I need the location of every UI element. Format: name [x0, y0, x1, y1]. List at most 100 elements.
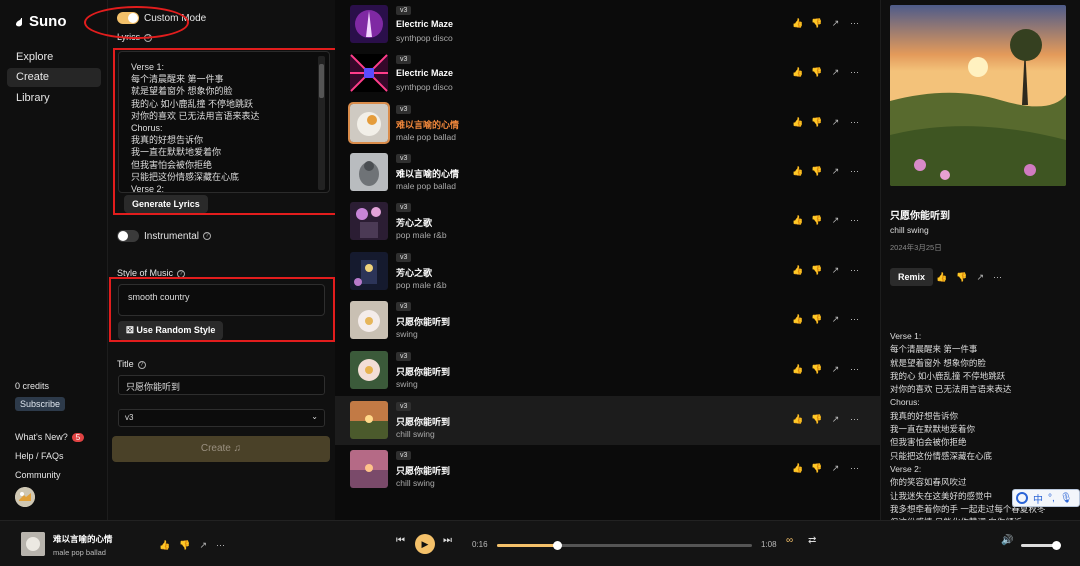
more-icon[interactable]: ⋯ — [849, 414, 860, 425]
song-title[interactable]: 只愿你能听到 — [396, 415, 450, 428]
create-button[interactable]: Create ♫ — [112, 436, 330, 462]
dislike-icon[interactable]: 👎 — [811, 265, 822, 276]
share-icon[interactable]: ↗ — [830, 18, 841, 29]
song-style[interactable]: male pop ballad — [396, 132, 456, 142]
like-icon[interactable]: 👍 — [159, 540, 170, 551]
brand-logo[interactable]: Suno — [14, 13, 67, 30]
dislike-icon[interactable]: 👎 — [811, 314, 822, 325]
dislike-icon[interactable]: 👎 — [811, 364, 822, 375]
nav-library[interactable]: Library — [7, 89, 101, 108]
player-title[interactable]: 难以言喻的心情 — [53, 533, 113, 545]
song-style[interactable]: swing — [396, 329, 418, 339]
song-cover[interactable] — [350, 351, 388, 389]
share-icon[interactable]: ↗ — [830, 117, 841, 128]
song-cover[interactable] — [350, 401, 388, 439]
volume-handle[interactable] — [1052, 541, 1061, 550]
like-icon[interactable]: 👍 — [792, 18, 803, 29]
more-icon[interactable]: ⋯ — [849, 265, 860, 276]
song-row[interactable]: v3 难以言喻的心情 male pop ballad 👍 👎 ↗ ⋯ — [335, 148, 880, 197]
song-row-selected[interactable]: v3 只愿你能听到 chill swing 👍 👎 ↗ ⋯ — [335, 396, 880, 445]
song-cover[interactable] — [350, 54, 388, 92]
volume-icon[interactable]: 🔊 — [1001, 535, 1013, 546]
share-icon[interactable]: ↗ — [830, 414, 841, 425]
song-cover[interactable] — [350, 252, 388, 290]
song-cover[interactable] — [350, 450, 388, 488]
song-title[interactable]: Electric Maze — [396, 19, 453, 29]
song-title[interactable]: 芳心之歌 — [396, 216, 432, 229]
like-icon[interactable]: 👍 — [792, 265, 803, 276]
volume-slider[interactable] — [1021, 541, 1061, 550]
microphone-icon[interactable]: 🎙 — [1060, 493, 1073, 504]
song-row[interactable]: v3 芳心之歌 pop male r&b 👍 👎 ↗ ⋯ — [335, 247, 880, 296]
previous-icon[interactable]: ⏮ — [396, 535, 405, 546]
song-title[interactable]: 难以言喻的心情 — [396, 118, 459, 131]
share-icon[interactable]: ↗ — [830, 463, 841, 474]
dislike-icon[interactable]: 👎 — [811, 18, 822, 29]
dislike-icon[interactable]: 👎 — [811, 166, 822, 177]
ime-toolbar[interactable]: 中 °, 🎙 — [1012, 489, 1080, 507]
lyrics-textarea[interactable]: Verse 1: 每个清晨醒来 第一件事 就是望着窗外 想象你的脸 我的心 如小… — [118, 51, 330, 193]
song-title[interactable]: 只愿你能听到 — [396, 365, 450, 378]
version-select[interactable]: v3 ⌄ — [118, 409, 325, 427]
dislike-icon[interactable]: 👎 — [811, 414, 822, 425]
song-style[interactable]: pop male r&b — [396, 230, 447, 240]
random-style-button[interactable]: ⚄ Use Random Style — [118, 321, 224, 340]
more-icon[interactable]: ⋯ — [849, 364, 860, 375]
song-cover[interactable] — [350, 153, 388, 191]
help-link[interactable]: Help / FAQs — [15, 451, 64, 461]
like-icon[interactable]: 👍 — [792, 166, 803, 177]
like-icon[interactable]: 👍 — [792, 117, 803, 128]
song-row[interactable]: v3 只愿你能听到 swing 👍 👎 ↗ ⋯ — [335, 296, 880, 345]
dislike-icon[interactable]: 👎 — [811, 215, 822, 226]
like-icon[interactable]: 👍 — [792, 314, 803, 325]
like-icon[interactable]: 👍 — [792, 414, 803, 425]
like-icon[interactable]: 👍 — [936, 272, 947, 283]
share-icon[interactable]: ↗ — [199, 540, 207, 551]
more-icon[interactable]: ⋯ — [849, 314, 860, 325]
nav-create[interactable]: Create — [7, 68, 101, 87]
loop-icon[interactable]: ∞ — [786, 535, 793, 546]
song-style[interactable]: pop male r&b — [396, 280, 447, 290]
like-icon[interactable]: 👍 — [792, 67, 803, 78]
share-icon[interactable]: ↗ — [830, 67, 841, 78]
more-icon[interactable]: ⋯ — [849, 67, 860, 78]
whats-new-link[interactable]: What's New? 5 — [15, 432, 85, 442]
song-style[interactable]: chill swing — [396, 429, 435, 439]
more-icon[interactable]: ⋯ — [849, 215, 860, 226]
song-row[interactable]: v3 芳心之歌 pop male r&b 👍 👎 ↗ ⋯ — [335, 197, 880, 246]
share-icon[interactable]: ↗ — [830, 314, 841, 325]
more-icon[interactable]: ⋯ — [216, 540, 225, 551]
player-style[interactable]: male pop ballad — [53, 548, 106, 557]
song-cover[interactable] — [348, 102, 390, 144]
dislike-icon[interactable]: 👎 — [179, 540, 190, 551]
style-input[interactable]: smooth country — [118, 284, 325, 316]
song-cover[interactable] — [350, 5, 388, 43]
song-row[interactable]: v3 Electric Maze synthpop disco 👍 👎 ↗ ⋯ — [335, 49, 880, 98]
dislike-icon[interactable]: 👎 — [811, 463, 822, 474]
nav-explore[interactable]: Explore — [7, 48, 101, 67]
song-row[interactable]: v3 只愿你能听到 chill swing 👍 👎 ↗ ⋯ — [335, 445, 880, 494]
share-icon[interactable]: ↗ — [830, 364, 841, 375]
song-style[interactable]: synthpop disco — [396, 33, 453, 43]
more-icon[interactable]: ⋯ — [849, 166, 860, 177]
player-cover[interactable] — [21, 532, 45, 556]
ime-punctuation-icon[interactable]: °, — [1048, 493, 1055, 504]
song-cover[interactable] — [350, 202, 388, 240]
song-title[interactable]: 只愿你能听到 — [396, 315, 450, 328]
remix-button[interactable]: Remix — [890, 268, 934, 286]
progress-bar[interactable] — [497, 541, 752, 550]
next-icon[interactable]: ⏭ — [443, 535, 452, 546]
song-cover[interactable] — [350, 301, 388, 339]
song-row[interactable]: v3 Electric Maze synthpop disco 👍 👎 ↗ ⋯ — [335, 0, 880, 49]
shuffle-icon[interactable]: ⇄ — [808, 535, 816, 546]
ime-language[interactable]: 中 — [1033, 491, 1043, 506]
song-style[interactable]: male pop ballad — [396, 181, 456, 191]
song-title[interactable]: 只愿你能听到 — [396, 464, 450, 477]
song-style[interactable]: swing — [396, 379, 418, 389]
instrumental-toggle[interactable] — [117, 230, 139, 242]
song-row[interactable]: v3 难以言喻的心情 male pop ballad 👍 👎 ↗ ⋯ — [335, 99, 880, 148]
share-icon[interactable]: ↗ — [830, 166, 841, 177]
share-icon[interactable]: ↗ — [830, 215, 841, 226]
generate-lyrics-button[interactable]: Generate Lyrics — [124, 195, 208, 213]
dislike-icon[interactable]: 👎 — [811, 67, 822, 78]
